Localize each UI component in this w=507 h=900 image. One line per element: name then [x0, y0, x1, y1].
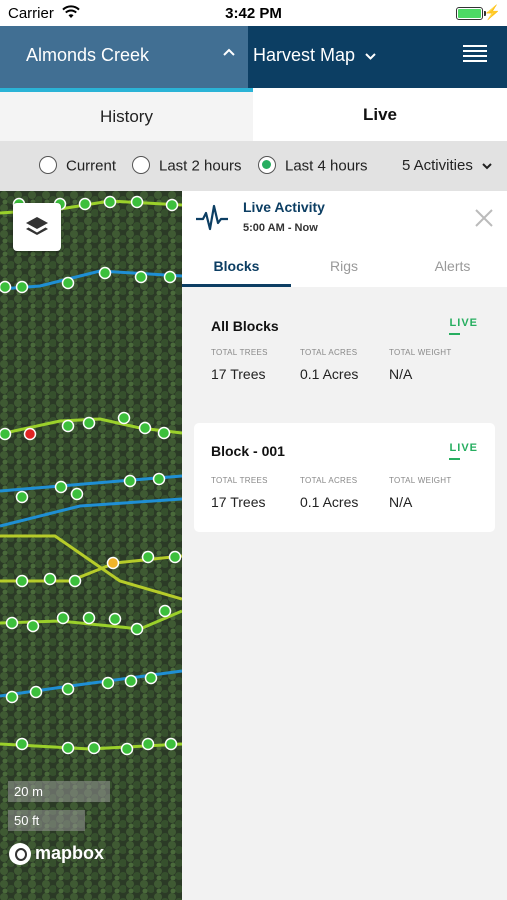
- filter-last-2-hours[interactable]: Last 2 hours: [132, 156, 242, 175]
- battery-icon: [456, 7, 483, 20]
- farm-selector[interactable]: Almonds Creek: [0, 26, 248, 88]
- block-card-all[interactable]: All Blocks LIVE TOTAL TREES 17 Trees TOTA…: [194, 306, 495, 406]
- mapbox-logo: mapbox: [9, 843, 104, 866]
- mapbox-icon: [9, 843, 31, 866]
- live-badge: LIVE: [449, 317, 478, 329]
- subtab-underline: [182, 284, 291, 287]
- view-tabs: History Live: [0, 88, 507, 141]
- map-type-selector[interactable]: Harvest Map: [253, 45, 377, 66]
- time-filter-bar: Current Last 2 hours Last 4 hours 5 Acti…: [0, 141, 507, 191]
- filter-current[interactable]: Current: [39, 156, 116, 175]
- charging-icon: ⚡: [483, 4, 501, 20]
- radio-selected-icon: [258, 156, 276, 175]
- stat-acres: TOTAL ACRES 0.1 Acres: [300, 476, 359, 510]
- subtab-alerts[interactable]: Alerts: [398, 258, 507, 274]
- status-bar: Carrier 3:42 PM ⚡: [0, 0, 507, 26]
- live-indicator: [449, 458, 460, 460]
- block-name: Block - 001: [211, 443, 285, 459]
- layers-icon: [26, 217, 48, 235]
- app-header: Almonds Creek Harvest Map: [0, 26, 507, 88]
- radio-icon: [39, 156, 57, 175]
- live-activity-panel: Live Activity 5:00 AM - Now Blocks Rigs …: [182, 191, 507, 900]
- map-view[interactable]: 20 m 50 ft mapbox: [0, 191, 182, 900]
- layers-button[interactable]: [13, 203, 61, 251]
- radio-icon: [132, 156, 150, 175]
- active-selector-indicator: [0, 88, 253, 92]
- chevron-down-icon: [365, 53, 376, 60]
- stat-trees: TOTAL TREES 17 Trees: [211, 348, 268, 382]
- filter-last-4-hours[interactable]: Last 4 hours: [258, 156, 368, 175]
- panel-header: Live Activity 5:00 AM - Now Blocks Rigs …: [182, 191, 507, 287]
- scale-meters: 20 m: [8, 781, 110, 802]
- block-card-001[interactable]: Block - 001 LIVE TOTAL TREES 17 Trees TOT…: [194, 423, 495, 532]
- farm-name: Almonds Creek: [26, 45, 150, 65]
- menu-icon[interactable]: [463, 45, 487, 65]
- stat-trees: TOTAL TREES 17 Trees: [211, 476, 268, 510]
- block-name: All Blocks: [211, 318, 279, 334]
- tab-live[interactable]: Live: [253, 88, 507, 141]
- live-badge: LIVE: [449, 442, 478, 454]
- close-icon[interactable]: [474, 208, 494, 228]
- clock: 3:42 PM: [225, 5, 282, 22]
- stat-acres: TOTAL ACRES 0.1 Acres: [300, 348, 359, 382]
- stat-weight: TOTAL WEIGHT N/A: [389, 348, 452, 382]
- activities-label: 5 Activities: [401, 157, 473, 174]
- subtab-rigs[interactable]: Rigs: [290, 258, 398, 274]
- tab-history[interactable]: History: [0, 92, 253, 141]
- map-type-label: Harvest Map: [253, 45, 356, 65]
- stat-weight: TOTAL WEIGHT N/A: [389, 476, 452, 510]
- panel-time-range: 5:00 AM - Now: [243, 222, 318, 234]
- chevron-up-icon: [223, 48, 235, 56]
- activities-dropdown[interactable]: 5 Activities: [402, 157, 493, 174]
- scale-feet: 50 ft: [8, 810, 85, 831]
- chevron-down-icon: [482, 163, 492, 170]
- subtab-blocks[interactable]: Blocks: [182, 258, 291, 274]
- panel-title: Live Activity: [243, 199, 325, 215]
- pulse-icon: [196, 204, 228, 231]
- live-indicator: [449, 333, 460, 335]
